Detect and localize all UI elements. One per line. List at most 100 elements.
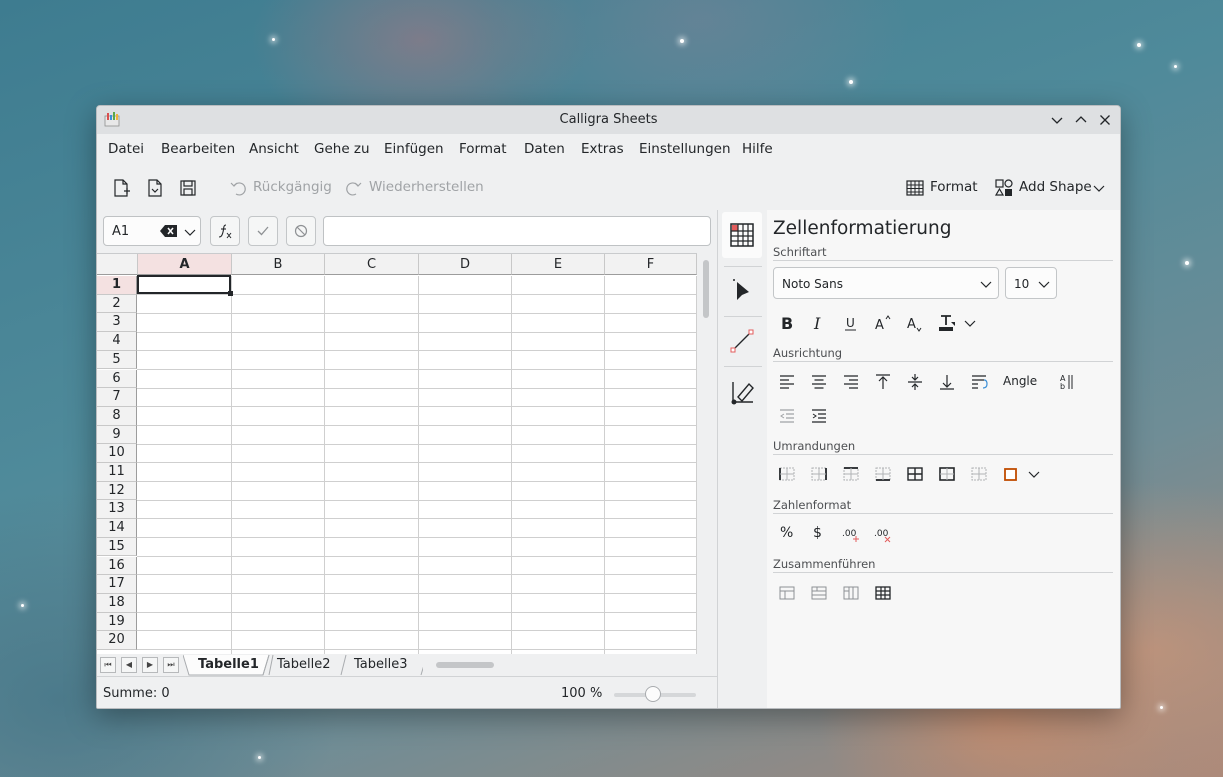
increase-font-icon[interactable]: A bbox=[873, 313, 893, 333]
row-header[interactable]: 7 bbox=[97, 388, 137, 407]
cell-tool[interactable] bbox=[722, 212, 762, 258]
column-header-f[interactable]: F bbox=[605, 254, 697, 275]
border-all-icon[interactable] bbox=[905, 464, 925, 484]
row-header[interactable]: 15 bbox=[97, 537, 137, 557]
increase-precision-icon[interactable]: .00 bbox=[841, 523, 861, 543]
border-left-icon[interactable] bbox=[777, 464, 797, 484]
row-header[interactable]: 6 bbox=[97, 369, 137, 389]
select-tool[interactable] bbox=[722, 268, 762, 314]
row-header[interactable]: 17 bbox=[97, 575, 137, 594]
sheet-tab-tabelle3[interactable]: Tabelle3 bbox=[354, 656, 408, 674]
row-header[interactable]: 11 bbox=[97, 463, 137, 482]
merge-horizontal-icon[interactable] bbox=[809, 583, 829, 603]
add-shape-button[interactable]: Add Shape bbox=[1019, 179, 1092, 195]
chevron-down-icon[interactable] bbox=[963, 313, 977, 333]
vertical-text-icon[interactable]: Ab bbox=[1057, 372, 1077, 392]
chevron-down-icon[interactable] bbox=[184, 226, 196, 238]
percent-format-button[interactable]: % bbox=[780, 525, 793, 541]
text-color-icon[interactable] bbox=[937, 313, 957, 333]
border-outline-icon[interactable] bbox=[937, 464, 957, 484]
horizontal-scrollbar-thumb[interactable] bbox=[436, 662, 494, 668]
menu-format[interactable]: Format bbox=[459, 141, 507, 157]
next-sheet-button[interactable]: ▶ bbox=[142, 657, 158, 673]
border-bottom-icon[interactable] bbox=[873, 464, 893, 484]
menu-hilfe[interactable]: Hilfe bbox=[742, 141, 773, 157]
wrap-text-icon[interactable] bbox=[969, 372, 989, 392]
column-header-a[interactable]: A bbox=[138, 254, 232, 275]
scrollbar-thumb[interactable] bbox=[703, 260, 709, 318]
row-header[interactable]: 5 bbox=[97, 350, 137, 370]
menu-einstellungen[interactable]: Einstellungen bbox=[639, 141, 731, 157]
align-left-icon[interactable] bbox=[777, 372, 797, 392]
column-header-c[interactable]: C bbox=[325, 254, 419, 275]
formula-input[interactable] bbox=[323, 216, 711, 246]
row-header[interactable]: 12 bbox=[97, 481, 137, 501]
chevron-down-icon[interactable] bbox=[1027, 464, 1041, 484]
format-button[interactable]: Format bbox=[930, 179, 978, 195]
menu-extras[interactable]: Extras bbox=[581, 141, 624, 157]
angle-button[interactable]: Angle bbox=[1003, 374, 1037, 388]
previous-sheet-button[interactable]: ◀ bbox=[121, 657, 137, 673]
merge-vertical-icon[interactable] bbox=[841, 583, 861, 603]
font-size-combo[interactable]: 10 bbox=[1005, 267, 1057, 299]
menu-datei[interactable]: Datei bbox=[108, 141, 144, 157]
row-header[interactable]: 14 bbox=[97, 519, 137, 538]
align-right-icon[interactable] bbox=[841, 372, 861, 392]
border-right-icon[interactable] bbox=[809, 464, 829, 484]
align-center-icon[interactable] bbox=[809, 372, 829, 392]
close-icon[interactable] bbox=[1097, 112, 1113, 128]
save-icon[interactable] bbox=[178, 178, 198, 198]
row-header[interactable]: 2 bbox=[97, 294, 137, 314]
sheet-tab-tabelle1[interactable]: Tabelle1 bbox=[198, 656, 259, 674]
vertical-scrollbar[interactable] bbox=[701, 256, 711, 651]
decrease-indent-icon[interactable] bbox=[777, 406, 797, 426]
sheet-tab-tabelle2[interactable]: Tabelle2 bbox=[277, 656, 331, 674]
path-tool[interactable] bbox=[722, 370, 762, 416]
font-family-combo[interactable]: Noto Sans bbox=[773, 267, 999, 299]
underline-icon[interactable]: U bbox=[841, 313, 861, 333]
row-header[interactable]: 10 bbox=[97, 444, 137, 463]
accept-formula-button[interactable] bbox=[248, 216, 278, 246]
add-shape-icon[interactable] bbox=[994, 178, 1014, 198]
decrease-font-icon[interactable]: A bbox=[905, 313, 925, 333]
undo-icon[interactable] bbox=[228, 178, 248, 198]
currency-format-button[interactable]: $ bbox=[813, 525, 822, 541]
menu-gehe-zu[interactable]: Gehe zu bbox=[314, 141, 370, 157]
zoom-slider-handle[interactable] bbox=[645, 686, 661, 702]
spreadsheet-grid[interactable]: A B C D E F 1 2 3 4 5 6 7 8 9 10 11 12 1… bbox=[97, 253, 697, 655]
corner-header[interactable] bbox=[97, 254, 138, 275]
line-tool[interactable] bbox=[722, 318, 762, 364]
title-bar[interactable]: Calligra Sheets bbox=[97, 106, 1120, 134]
row-header[interactable]: 19 bbox=[97, 612, 137, 632]
last-sheet-button[interactable]: ⏭ bbox=[163, 657, 179, 673]
undo-button[interactable]: Rückgängig bbox=[253, 179, 332, 195]
bold-icon[interactable]: B bbox=[777, 313, 797, 333]
row-header[interactable]: 9 bbox=[97, 425, 137, 445]
border-top-icon[interactable] bbox=[841, 464, 861, 484]
maximize-icon[interactable] bbox=[1073, 112, 1089, 128]
align-top-icon[interactable] bbox=[873, 372, 893, 392]
row-header[interactable]: 20 bbox=[97, 631, 137, 650]
column-header-e[interactable]: E bbox=[512, 254, 605, 275]
cancel-formula-button[interactable] bbox=[286, 216, 316, 246]
align-middle-icon[interactable] bbox=[905, 372, 925, 392]
minimize-icon[interactable] bbox=[1049, 112, 1065, 128]
row-header[interactable]: 3 bbox=[97, 313, 137, 333]
row-header[interactable]: 16 bbox=[97, 556, 137, 576]
menu-bearbeiten[interactable]: Bearbeiten bbox=[161, 141, 235, 157]
fill-handle[interactable] bbox=[228, 291, 233, 296]
first-sheet-button[interactable]: ⏮ bbox=[100, 657, 116, 673]
row-header[interactable]: 1 bbox=[97, 276, 137, 295]
row-header[interactable]: 4 bbox=[97, 332, 137, 351]
align-bottom-icon[interactable] bbox=[937, 372, 957, 392]
redo-icon[interactable] bbox=[344, 178, 364, 198]
italic-icon[interactable]: I bbox=[809, 313, 829, 333]
redo-button[interactable]: Wiederherstellen bbox=[369, 179, 484, 195]
row-header[interactable]: 18 bbox=[97, 593, 137, 613]
row-header[interactable]: 13 bbox=[97, 500, 137, 520]
border-color-icon[interactable] bbox=[1001, 464, 1021, 484]
new-document-icon[interactable] bbox=[111, 178, 131, 198]
clear-icon[interactable] bbox=[160, 224, 178, 238]
menu-daten[interactable]: Daten bbox=[524, 141, 565, 157]
menu-ansicht[interactable]: Ansicht bbox=[249, 141, 299, 157]
